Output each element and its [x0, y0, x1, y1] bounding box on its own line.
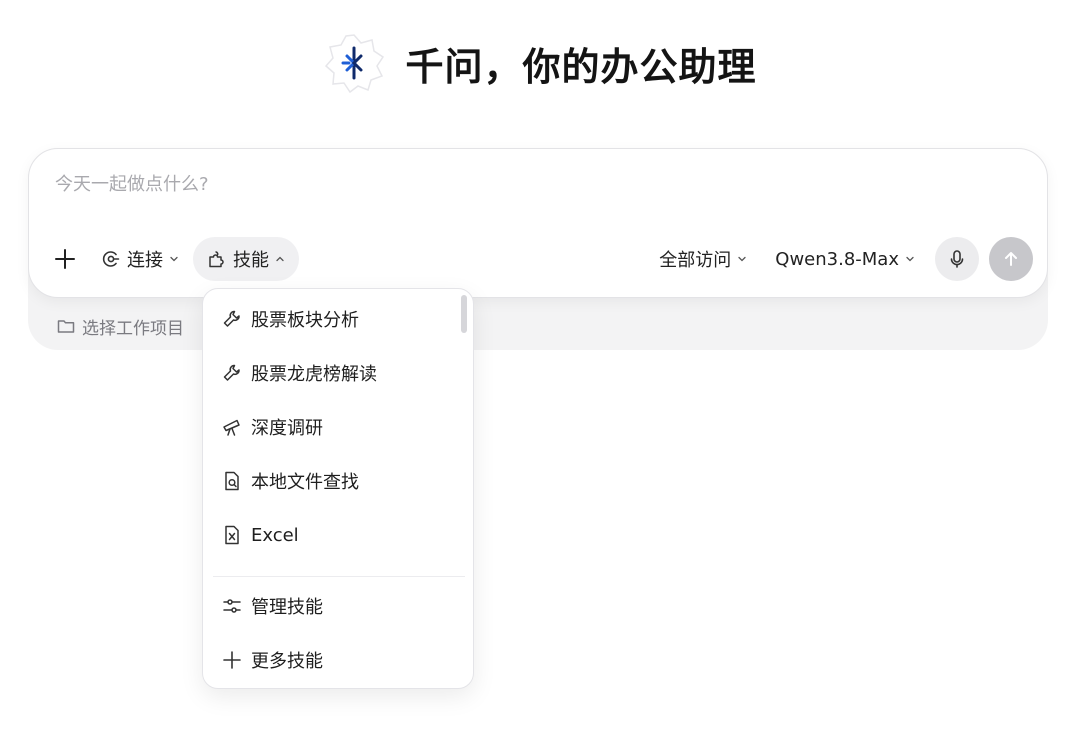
microphone-icon: [950, 250, 964, 268]
skills-button[interactable]: 技能: [193, 237, 299, 281]
wrench-icon: [223, 364, 240, 381]
menu-item-label: 股票板块分析: [251, 310, 359, 331]
menu-item-local-file-search[interactable]: 本地文件查找: [211, 460, 459, 502]
chevron-up-icon: [276, 256, 284, 262]
qwen-logo-icon: [323, 32, 385, 94]
arrow-up-icon: [1005, 252, 1017, 266]
plus-icon: [55, 249, 75, 269]
telescope-icon: [223, 419, 240, 436]
composer-toolbar: 连接 技能 全部访问 Qwen3.8-Max: [43, 235, 1033, 283]
folder-icon: [57, 320, 75, 333]
menu-item-label: 管理技能: [251, 597, 323, 618]
sliders-icon: [223, 599, 241, 613]
prompt-input[interactable]: [55, 171, 955, 197]
voice-input-button[interactable]: [935, 237, 979, 281]
access-dropdown[interactable]: 全部访问: [645, 237, 761, 281]
send-button[interactable]: [989, 237, 1033, 281]
plus-icon: [223, 651, 241, 669]
page-title: 千问，你的办公助理: [405, 44, 757, 89]
skills-menu: 股票板块分析 股票龙虎榜解读 深度调研 本地文件查找 Excel 管理技能 更多…: [202, 288, 474, 689]
menu-item-stock-dragon-tiger-list[interactable]: 股票龙虎榜解读: [211, 352, 459, 394]
model-dropdown[interactable]: Qwen3.8-Max: [761, 237, 929, 281]
menu-item-manage-skills[interactable]: 管理技能: [211, 585, 459, 627]
menu-item-stock-sector-analysis[interactable]: 股票板块分析: [211, 298, 459, 340]
puzzle-icon: [209, 251, 224, 268]
menu-scrollbar[interactable]: [461, 295, 467, 333]
menu-divider: [213, 576, 465, 577]
model-label: Qwen3.8-Max: [775, 248, 899, 270]
connect-label: 连接: [127, 250, 163, 271]
chevron-down-icon: [170, 256, 178, 262]
menu-item-label: 股票龙虎榜解读: [251, 364, 377, 385]
select-project-label: 选择工作项目: [82, 318, 184, 339]
page: 千问，你的办公助理 连接: [0, 0, 1080, 740]
chevron-down-icon: [738, 256, 746, 262]
menu-item-deep-research[interactable]: 深度调研: [211, 406, 459, 448]
add-attachment-button[interactable]: [43, 237, 87, 281]
excel-file-icon: [225, 525, 239, 545]
select-project-button[interactable]: 选择工作项目: [56, 312, 184, 340]
header: 千问，你的办公助理: [0, 28, 1080, 98]
connect-icon: [102, 251, 120, 267]
composer-container: 连接 技能 全部访问: [28, 148, 1048, 350]
skills-label: 技能: [233, 250, 269, 271]
composer: 连接 技能 全部访问: [28, 148, 1048, 298]
menu-item-label: 更多技能: [251, 651, 323, 672]
menu-item-label: Excel: [251, 524, 299, 546]
chevron-down-icon: [906, 256, 914, 262]
menu-item-excel[interactable]: Excel: [211, 514, 459, 556]
menu-item-more-skills[interactable]: 更多技能: [211, 639, 459, 681]
connect-button[interactable]: 连接: [87, 237, 193, 281]
access-label: 全部访问: [659, 250, 732, 271]
file-search-icon: [225, 471, 239, 491]
wrench-icon: [223, 310, 240, 327]
menu-item-label: 深度调研: [251, 418, 323, 439]
menu-item-label: 本地文件查找: [251, 472, 359, 493]
